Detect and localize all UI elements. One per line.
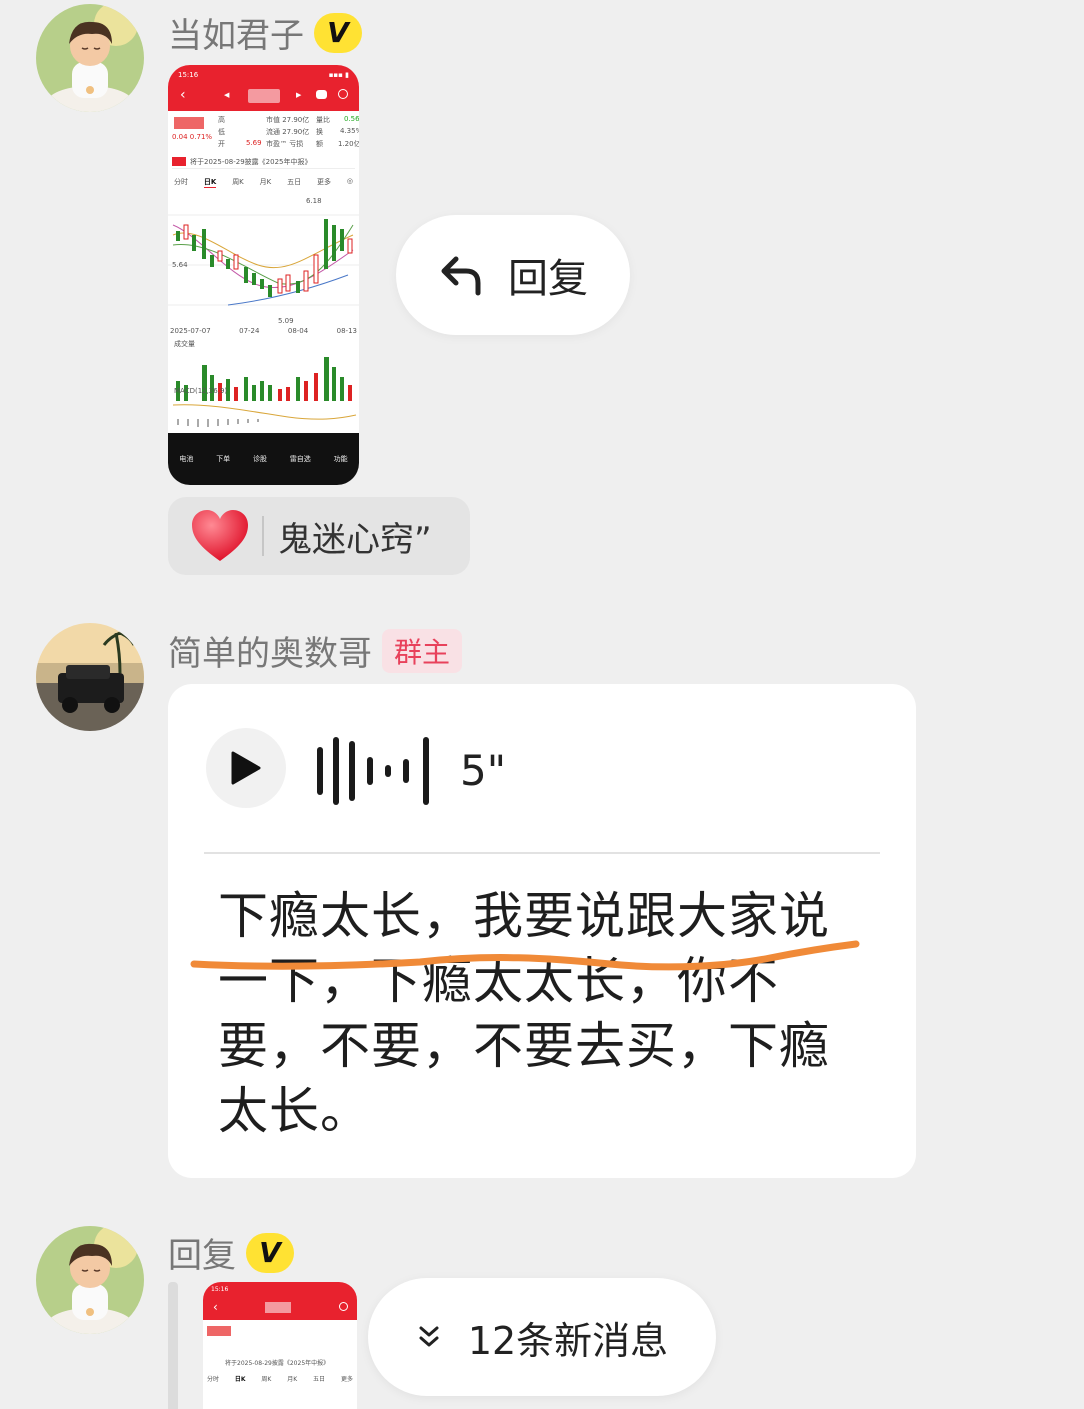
- status-icons: ▪▪▪ ▮: [328, 71, 349, 79]
- price-tick-high: 6.18: [306, 197, 322, 205]
- tab-yuek: 月K: [259, 178, 272, 186]
- sender-name[interactable]: 当如君子: [168, 8, 304, 57]
- nav-function: 功能: [333, 455, 348, 463]
- open-label: 开: [218, 140, 225, 148]
- stock-price-blurred: [174, 117, 204, 129]
- tab-wuri: 五日: [313, 1376, 326, 1383]
- high-label: 高: [218, 116, 225, 124]
- back-icon: ‹: [180, 87, 186, 103]
- new-messages-button[interactable]: 12条新消息: [368, 1278, 716, 1396]
- settings-icon: ◎: [346, 177, 353, 185]
- status-time: 15:16: [211, 1286, 229, 1293]
- market-cap: 市值 27.90亿: [266, 116, 310, 124]
- reaction-divider: [262, 516, 264, 556]
- reply-label: 回复: [508, 256, 588, 302]
- notice-text: 将于2025-08-29披露《2025年中报》: [190, 157, 312, 166]
- prev-icon: ◀: [224, 91, 230, 99]
- report-notice: 将于2025-08-29披露《2025年中报》: [172, 155, 355, 169]
- quoted-notice: 将于2025-08-29披露《2025年中报》: [225, 1360, 330, 1367]
- tab-fenshi: 分时: [207, 1376, 220, 1383]
- amount-label: 额: [316, 140, 323, 148]
- tab-more: 更多: [340, 1376, 353, 1383]
- notice-tag: [172, 157, 186, 166]
- reaction-users: 鬼迷心窍”: [278, 519, 432, 560]
- stock-title-bar: [265, 1302, 291, 1313]
- stock-bottom-nav: 电池 下单 诊股 雷自选 功能: [168, 433, 359, 485]
- vol-ratio: 0.56: [344, 115, 359, 123]
- nav-battery: 电池: [179, 455, 194, 463]
- tab-rik: 日K: [203, 178, 217, 188]
- next-icon: ▶: [296, 91, 302, 99]
- voice-duration: 5": [460, 746, 507, 795]
- date-tick: 08-04: [287, 327, 309, 335]
- verified-badge: V: [314, 12, 362, 53]
- amount: 1.20亿: [338, 140, 359, 148]
- back-icon: ‹: [213, 1300, 218, 1314]
- chart-tabs: 分时 日K 周K 月K 五日 更多 ◎: [174, 177, 353, 188]
- price-tick-low: 5.09: [278, 317, 294, 325]
- reaction-bar[interactable]: 鬼迷心窍”: [168, 497, 470, 575]
- date-tick: 07-24: [239, 327, 260, 335]
- stock-price-blurred: [207, 1326, 231, 1336]
- tab-fenshi: 分时: [174, 178, 188, 186]
- waveform-icon: [317, 737, 429, 805]
- price-change: 0.04 0.71%: [172, 133, 213, 141]
- float-cap: 流通 27.90亿: [266, 128, 310, 136]
- volume-label: 成交量: [174, 340, 195, 348]
- voice-divider: [204, 852, 880, 854]
- sender-name-row: 简单的奥数哥 群主: [168, 626, 463, 675]
- status-time: 15:16: [178, 71, 199, 79]
- open-value: 5.69: [246, 139, 262, 147]
- sender-name-row: 当如君子 V: [168, 8, 362, 57]
- avatar-dangru[interactable]: [36, 1226, 144, 1334]
- play-icon: [231, 751, 261, 785]
- tab-zhouk: 周K: [261, 1376, 272, 1383]
- tab-wuri: 五日: [287, 178, 302, 186]
- reply-arrow-icon: [441, 256, 481, 296]
- tab-yuek: 月K: [287, 1376, 298, 1383]
- double-chevron-down-icon: [419, 1326, 439, 1347]
- stock-screenshot-image[interactable]: 15:16 ▪▪▪ ▮ ‹ ◀ ▶ 0.04 0.71% 高 低 开 5.69 …: [168, 65, 359, 485]
- avatar-aoshuge[interactable]: [36, 623, 144, 731]
- play-button[interactable]: [206, 728, 286, 808]
- voice-transcript: 下瘾太长，我要说跟大家说一下，下瘾太太长，你不要，不要，不要去买，下瘾太长。: [218, 887, 830, 1140]
- robot-icon: [316, 90, 327, 99]
- quote-bar: [168, 1282, 178, 1409]
- heart-icon: [192, 510, 248, 561]
- new-messages-label: 12条新消息: [467, 1318, 669, 1363]
- date-tick: 2025-07-07: [170, 327, 211, 335]
- vol-ratio-label: 量比: [316, 116, 330, 124]
- nav-watchlist: 雷自选: [289, 455, 311, 463]
- candlestick-chart: [168, 214, 359, 306]
- stock-title-bar: [248, 89, 280, 103]
- quoted-stock-screenshot[interactable]: 15:16 ‹ 将于2025-08-29披露《2025年中报》 分时 日K 周K…: [203, 1282, 357, 1409]
- date-axis: 2025-07-07 07-24 08-04 08-13: [170, 327, 357, 335]
- tab-more: 更多: [317, 178, 331, 186]
- sender-name[interactable]: 简单的奥数哥: [168, 626, 372, 675]
- chart-tabs: 分时 日K 周K 月K 五日 更多: [207, 1374, 353, 1383]
- low-label: 低: [218, 128, 225, 136]
- nav-diagnose: 诊股: [252, 455, 267, 463]
- macd-label: MACD(12,26,9): [174, 387, 228, 395]
- sender-name-row: 回复 V: [168, 1228, 294, 1277]
- macd-chart: [172, 404, 357, 427]
- reply-button[interactable]: 回复: [396, 215, 630, 335]
- search-icon: [339, 1302, 348, 1311]
- turnover: 4.35%: [340, 127, 359, 135]
- candles: [176, 219, 353, 297]
- price-tick-mid: 5.64: [172, 261, 188, 269]
- tab-zhouk: 周K: [232, 178, 244, 186]
- voice-message-card[interactable]: 5" 下瘾太长，我要说跟大家说一下，下瘾太太长，你不要，不要，不要去买，下瘾太长…: [168, 684, 916, 1178]
- nav-order: 下单: [216, 455, 231, 463]
- avatar-dangru[interactable]: [36, 4, 144, 112]
- group-owner-badge: 群主: [382, 628, 463, 673]
- date-tick: 08-13: [336, 327, 357, 335]
- tab-rik: 日K: [234, 1376, 246, 1383]
- sender-name[interactable]: 回复: [168, 1228, 236, 1277]
- verified-badge: V: [246, 1232, 294, 1273]
- turnover-label: 换: [316, 128, 323, 136]
- pe-ratio: 市盈™ 亏损: [266, 140, 304, 148]
- search-icon: [338, 89, 348, 99]
